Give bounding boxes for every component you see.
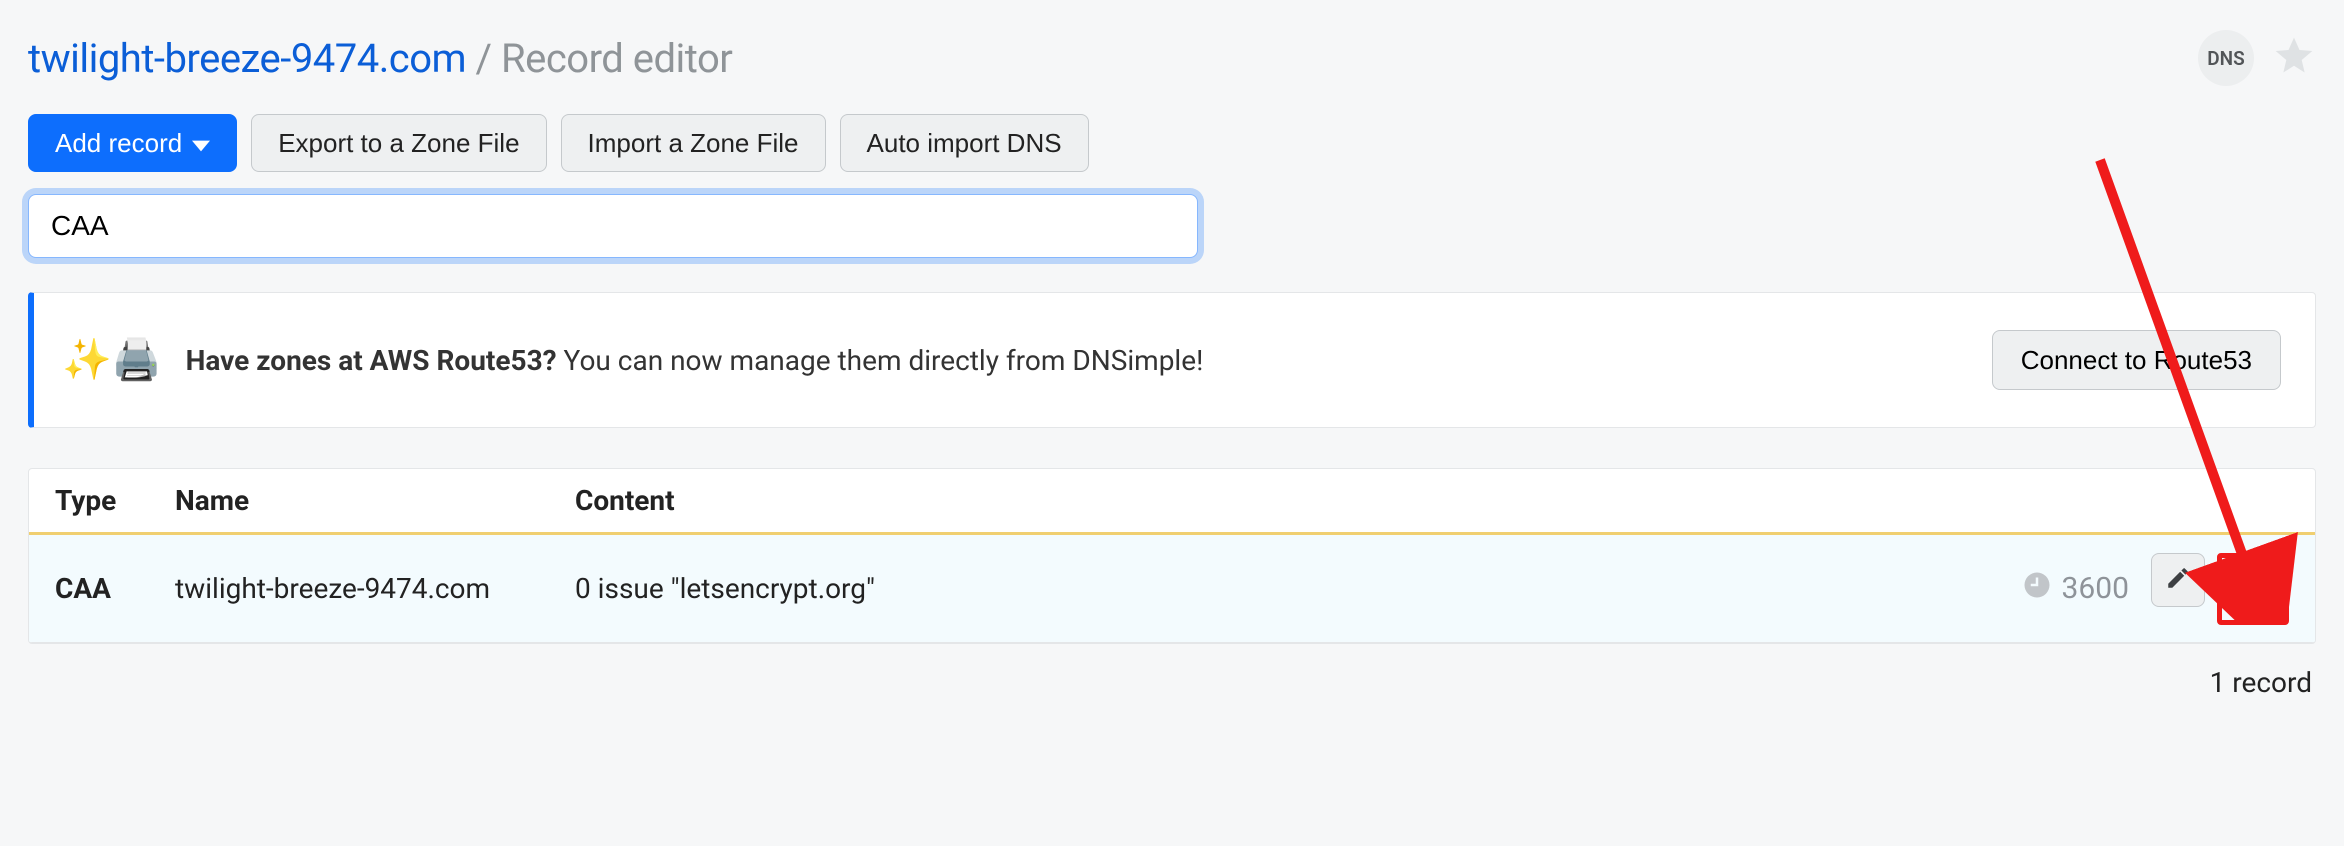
header-content: Content bbox=[575, 484, 1939, 517]
banner-rest: You can now manage them directly from DN… bbox=[557, 344, 1204, 377]
cell-content: 0 issue "letsencrypt.org" bbox=[575, 572, 1939, 605]
header-type: Type bbox=[55, 484, 175, 517]
trash-icon bbox=[2240, 574, 2266, 603]
cell-ttl-value: 3600 bbox=[2062, 571, 2129, 606]
banner-text: Have zones at AWS Route53? You can now m… bbox=[186, 344, 1204, 377]
auto-import-dns-button[interactable]: Auto import DNS bbox=[840, 114, 1089, 172]
breadcrumb: twilight-breeze-9474.com / Record editor bbox=[28, 35, 732, 82]
caret-down-icon bbox=[192, 128, 210, 159]
add-record-button[interactable]: Add record bbox=[28, 114, 237, 172]
delete-record-button[interactable] bbox=[2226, 562, 2280, 616]
banner-strong: Have zones at AWS Route53? bbox=[186, 344, 557, 377]
pencil-icon bbox=[2165, 565, 2191, 594]
edit-record-button[interactable] bbox=[2151, 553, 2205, 607]
record-search-input[interactable] bbox=[28, 194, 1198, 258]
export-zone-button[interactable]: Export to a Zone File bbox=[251, 114, 546, 172]
table-row[interactable]: CAA twilight-breeze-9474.com 0 issue "le… bbox=[29, 535, 2315, 643]
cell-ttl: 3600 bbox=[1939, 570, 2129, 608]
clock-icon bbox=[2022, 570, 2052, 608]
records-table: Type Name Content CAA twilight-breeze-94… bbox=[28, 468, 2316, 644]
breadcrumb-separator: / bbox=[466, 35, 501, 82]
cell-type: CAA bbox=[55, 572, 175, 605]
cell-name: twilight-breeze-9474.com bbox=[175, 572, 575, 605]
connect-route53-button[interactable]: Connect to Route53 bbox=[1992, 330, 2281, 390]
add-record-label: Add record bbox=[55, 128, 182, 159]
banner-emoji-icon: ✨🖨️ bbox=[62, 340, 162, 380]
header-name: Name bbox=[175, 484, 575, 517]
breadcrumb-page: Record editor bbox=[501, 35, 732, 82]
favorite-star-icon[interactable] bbox=[2272, 34, 2316, 82]
record-count: 1 record bbox=[28, 666, 2316, 699]
table-header-row: Type Name Content bbox=[29, 469, 2315, 535]
route53-banner: ✨🖨️ Have zones at AWS Route53? You can n… bbox=[28, 292, 2316, 428]
import-zone-button[interactable]: Import a Zone File bbox=[561, 114, 826, 172]
dns-chip[interactable]: DNS bbox=[2198, 30, 2254, 86]
delete-highlight bbox=[2217, 553, 2289, 625]
breadcrumb-domain-link[interactable]: twilight-breeze-9474.com bbox=[28, 35, 466, 82]
